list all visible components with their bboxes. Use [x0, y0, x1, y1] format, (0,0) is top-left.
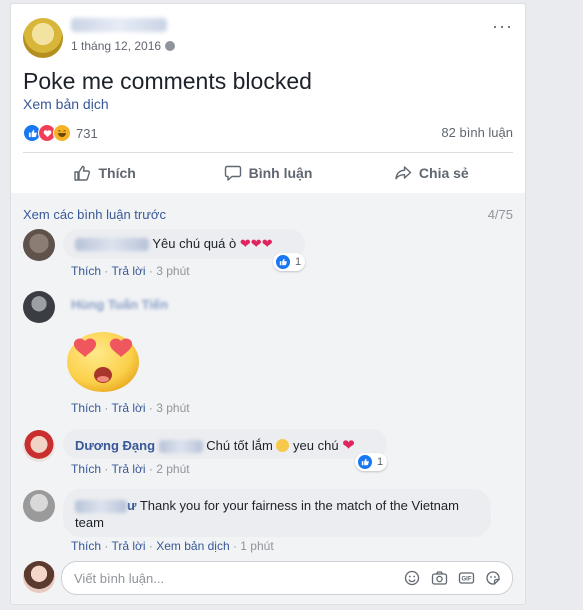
comment-actions: Thích · Trả lời · 3 phút	[71, 264, 190, 278]
reaction-count: 731	[76, 125, 98, 141]
comment-input[interactable]: Viết bình luận... GIF	[61, 561, 513, 595]
commenter-name-blurred[interactable]	[75, 500, 127, 514]
post-text: Poke me comments blocked	[23, 68, 312, 94]
comment-reply-link[interactable]: Trả lời	[111, 462, 145, 476]
composer-icons: GIF	[403, 569, 502, 587]
comment-translate-link[interactable]: Xem bản dịch	[156, 539, 229, 553]
comment-reaction-count: 1	[295, 256, 302, 268]
commenter-name-blurred[interactable]: Hùng Tuấn Tiến	[71, 297, 168, 312]
comment-bubble: Yêu chú quá ò ❤❤❤	[63, 229, 305, 259]
comment-time[interactable]: 2 phút	[156, 462, 189, 476]
comment-actions: Thích · Trả lời · 3 phút	[71, 401, 190, 415]
comment-text-2: yeu chú	[293, 438, 339, 453]
comment-like-link[interactable]: Thích	[71, 539, 101, 553]
heart-emoji-icon: ❤	[261, 236, 273, 251]
like-reaction-icon	[357, 454, 373, 470]
post-card: 1 tháng 12, 2016 ··· Poke me comments bl…	[10, 3, 526, 605]
comment-time[interactable]: 1 phút	[240, 539, 273, 553]
comment-button-label: Bình luận	[248, 165, 313, 181]
see-translation-link[interactable]: Xem bản dịch	[23, 96, 109, 112]
reaction-summary[interactable]: 731	[23, 124, 98, 142]
comment-count-link[interactable]: 82 bình luận	[441, 125, 513, 140]
post-time-text: 1 tháng 12, 2016	[71, 39, 162, 53]
like-button[interactable]: Thích	[23, 153, 186, 193]
emoji-icon[interactable]	[403, 569, 421, 587]
sticker-icon[interactable]	[484, 569, 502, 587]
share-button[interactable]: Chia sẻ	[350, 153, 513, 193]
comment-bubble: Dương Đạng Chú tốt lắm yeu chú ❤	[63, 429, 387, 459]
heart-emoji-icon: ❤	[342, 437, 355, 454]
comment-time[interactable]: 3 phút	[156, 401, 189, 415]
author-avatar[interactable]	[23, 18, 63, 58]
action-bar: Thích Bình luận Chia sẻ	[23, 152, 513, 194]
comment-bubble: ư Thank you for your fairness in the mat…	[63, 489, 491, 537]
wink-emoji-icon	[276, 439, 290, 452]
comments-section: Xem các bình luận trước 4/75 Yêu chú quá…	[11, 193, 525, 604]
comment-like-link[interactable]: Thích	[71, 264, 101, 278]
commenter-avatar[interactable]	[23, 430, 55, 462]
comment-actions: Thích · Trả lời · 2 phút	[71, 462, 190, 476]
commenter-name-blurred[interactable]	[158, 440, 203, 454]
camera-icon[interactable]	[430, 569, 448, 587]
haha-reaction-icon	[53, 124, 71, 142]
share-icon	[395, 166, 412, 180]
comment-reaction-pill[interactable]: 1	[355, 453, 388, 471]
commenter-name: Hùng Tuấn Tiến	[71, 297, 169, 312]
post-timestamp[interactable]: 1 tháng 12, 2016	[71, 39, 176, 53]
current-user-avatar[interactable]	[23, 561, 55, 593]
comment-composer: Viết bình luận... GIF	[23, 561, 513, 597]
comment-time[interactable]: 3 phút	[156, 264, 189, 278]
view-previous-comments-link[interactable]: Xem các bình luận trước	[23, 207, 166, 222]
gif-icon[interactable]: GIF	[457, 569, 475, 587]
comment-like-link[interactable]: Thích	[71, 401, 101, 415]
comment-actions: Thích · Trả lời · Xem bản dịch · 1 phút	[71, 539, 274, 553]
commenter-avatar[interactable]	[23, 291, 55, 323]
comment-reply-link[interactable]: Trả lời	[111, 539, 145, 553]
more-options-button[interactable]: ···	[492, 16, 513, 37]
share-button-label: Chia sẻ	[418, 165, 469, 181]
commenter-avatar[interactable]	[23, 229, 55, 261]
author-name-blurred[interactable]	[71, 18, 167, 32]
commenter-name[interactable]: Dương Đạng	[75, 438, 155, 453]
like-reaction-icon	[275, 254, 291, 270]
comment-icon	[224, 165, 241, 181]
globe-icon	[165, 41, 176, 51]
comment-text: Chú tốt lắm	[206, 438, 273, 453]
comment-input-placeholder: Viết bình luận...	[74, 571, 165, 586]
post-header: 1 tháng 12, 2016 ···	[23, 16, 513, 60]
thumbs-up-icon	[74, 165, 91, 181]
comments-page-count: 4/75	[487, 207, 513, 222]
commenter-name-suffix[interactable]: ư	[127, 498, 136, 513]
comment-reply-link[interactable]: Trả lời	[111, 264, 145, 278]
heart-emoji-icon: ❤	[239, 236, 251, 251]
heart-emoji-icon: ❤	[250, 236, 262, 251]
comment-text: Yêu chú quá ò	[152, 236, 237, 251]
comment-like-link[interactable]: Thích	[71, 462, 101, 476]
comment-reaction-pill[interactable]: 1	[273, 253, 306, 271]
commenter-name-blurred[interactable]	[75, 238, 149, 252]
like-button-label: Thích	[98, 165, 136, 181]
comment-button[interactable]: Bình luận	[186, 153, 349, 193]
heart-eyes-emoji-sticker	[67, 332, 139, 392]
svg-text:GIF: GIF	[461, 577, 471, 583]
commenter-avatar[interactable]	[23, 490, 55, 522]
comment-reply-link[interactable]: Trả lời	[111, 401, 145, 415]
comment-reaction-count: 1	[377, 456, 384, 468]
